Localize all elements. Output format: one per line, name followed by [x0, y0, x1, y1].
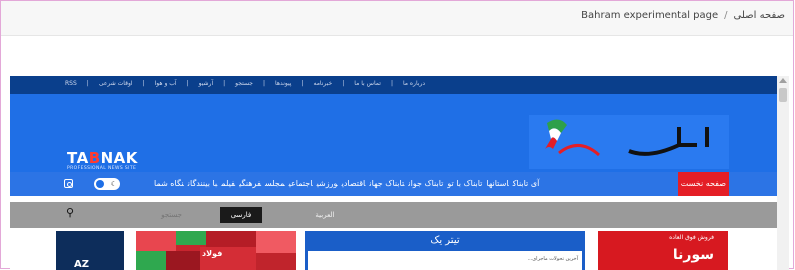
top-link[interactable]: جستجو — [235, 80, 253, 87]
dark-mode-toggle[interactable]: ☾ — [94, 178, 120, 190]
headline-box-title: تیتر یک — [430, 235, 460, 246]
content-row: AZ فولاد تیتر یک آخرین تحولات ماجرای... … — [10, 228, 777, 270]
nav-item[interactable]: تابناک جوان — [408, 179, 443, 188]
breadcrumb-separator: / — [724, 10, 728, 21]
ad-line-2: سورنا — [672, 247, 714, 263]
heatmap-cell — [136, 231, 176, 251]
search-input[interactable] — [88, 207, 186, 222]
nav-item[interactable]: آی تابناک — [513, 179, 540, 188]
top-link[interactable]: آرشیو — [199, 80, 214, 87]
nav-item[interactable]: تابناک جهان — [369, 179, 404, 188]
language-tab-persian[interactable]: فارسی — [220, 207, 262, 223]
top-link-separator: | — [186, 80, 189, 87]
heatmap-cell — [136, 251, 166, 270]
top-link-separator: | — [390, 80, 393, 87]
top-link[interactable]: تماس با ما — [354, 80, 381, 87]
logo-text-accent: B — [88, 149, 101, 167]
scroll-thumb[interactable] — [779, 88, 787, 102]
top-link-separator: | — [263, 80, 266, 87]
top-link-separator: | — [223, 80, 226, 87]
site-header: TABNAK PROFESSIONAL NEWS SITE — [10, 94, 777, 172]
site-top-links-bar: درباره ما | تماس با ما | خبرنامه | پیوندها | جست… — [10, 76, 777, 94]
top-links: درباره ما | تماس با ما | خبرنامه | پیوندها | جست… — [60, 80, 430, 87]
top-link-separator: | — [86, 80, 89, 87]
market-heatmap[interactable]: فولاد — [136, 231, 296, 270]
header-banner-image — [529, 115, 729, 169]
main-navigation: صفحه نخست آی تابناک استانها تابناک با تو تا… — [10, 172, 777, 196]
heatmap-cell — [256, 231, 296, 253]
nav-item[interactable]: ورزشی — [317, 179, 338, 188]
logo-text-part: TA — [67, 149, 89, 167]
heatmap-cell — [256, 253, 296, 270]
top-link-separator: | — [342, 80, 345, 87]
featured-card-label: AZ — [74, 259, 89, 270]
nav-item[interactable]: نگاه شما — [154, 179, 184, 188]
nav-item[interactable]: اجتماعی — [289, 179, 313, 188]
embedded-site-viewport[interactable]: درباره ما | تماس با ما | خبرنامه | پیوندها | جست… — [10, 76, 777, 270]
heatmap-cell — [206, 231, 256, 247]
breadcrumb-bar: صفحه اصلی / Bahram experimental page — [1, 1, 793, 36]
nav-item[interactable]: استانها — [486, 179, 508, 188]
nav-item[interactable]: مجلس — [265, 179, 285, 188]
top-link[interactable]: درباره ما — [403, 80, 425, 87]
top-link[interactable]: خبرنامه — [313, 80, 332, 87]
top-link-separator: | — [142, 80, 145, 87]
heatmap-label: فولاد — [202, 249, 223, 258]
nav-item[interactable]: با بینندگان — [188, 179, 218, 188]
headline-item[interactable]: آخرین تحولات ماجرای... — [528, 256, 579, 262]
scrollbar[interactable] — [777, 76, 789, 270]
top-link-separator: | — [301, 80, 304, 87]
language-tab-arabic[interactable]: العربیة — [310, 207, 340, 223]
advertisement-banner[interactable]: فروش فوق العاده سورنا — [598, 231, 728, 270]
breadcrumb: صفحه اصلی / Bahram experimental page — [581, 10, 785, 21]
headline-box-body: آخرین تحولات ماجرای... — [308, 251, 582, 270]
breadcrumb-home-link[interactable]: صفحه اصلی — [734, 10, 785, 21]
top-link[interactable]: آب و هوا — [155, 80, 177, 87]
headline-box[interactable]: تیتر یک آخرین تحولات ماجرای... — [305, 231, 585, 270]
nav-items: آی تابناک استانها تابناک با تو تابناک جوان ت… — [152, 172, 541, 196]
nav-home[interactable]: صفحه نخست — [677, 172, 729, 196]
heatmap-cell — [176, 231, 206, 245]
logo-tagline: PROFESSIONAL NEWS SITE — [67, 166, 137, 171]
nav-item[interactable]: اقتصادی — [342, 179, 366, 188]
logo-text-part: NAK — [100, 149, 138, 167]
banner-graphic — [545, 119, 709, 157]
nav-item[interactable]: فیلم — [221, 179, 235, 188]
top-link[interactable]: اوقات شرعی — [99, 80, 133, 87]
moon-icon: ☾ — [110, 180, 117, 188]
ad-line-1: فروش فوق العاده — [669, 234, 714, 241]
scroll-up-arrow-icon[interactable] — [779, 78, 787, 83]
heatmap-cell — [166, 251, 200, 270]
nav-item[interactable]: تابناک با تو — [447, 179, 482, 188]
top-link[interactable]: پیوندها — [275, 80, 291, 87]
search-bar: ⚲ فارسی العربیة — [10, 202, 777, 228]
search-icon[interactable]: ⚲ — [66, 206, 74, 219]
site-logo[interactable]: TABNAK — [67, 149, 138, 167]
instagram-icon[interactable] — [64, 179, 73, 188]
nav-item[interactable]: فرهنگی — [239, 179, 261, 188]
top-link[interactable]: RSS — [65, 80, 77, 87]
breadcrumb-current: Bahram experimental page — [581, 10, 719, 21]
featured-card[interactable]: AZ — [56, 231, 124, 270]
toggle-knob — [96, 180, 104, 188]
